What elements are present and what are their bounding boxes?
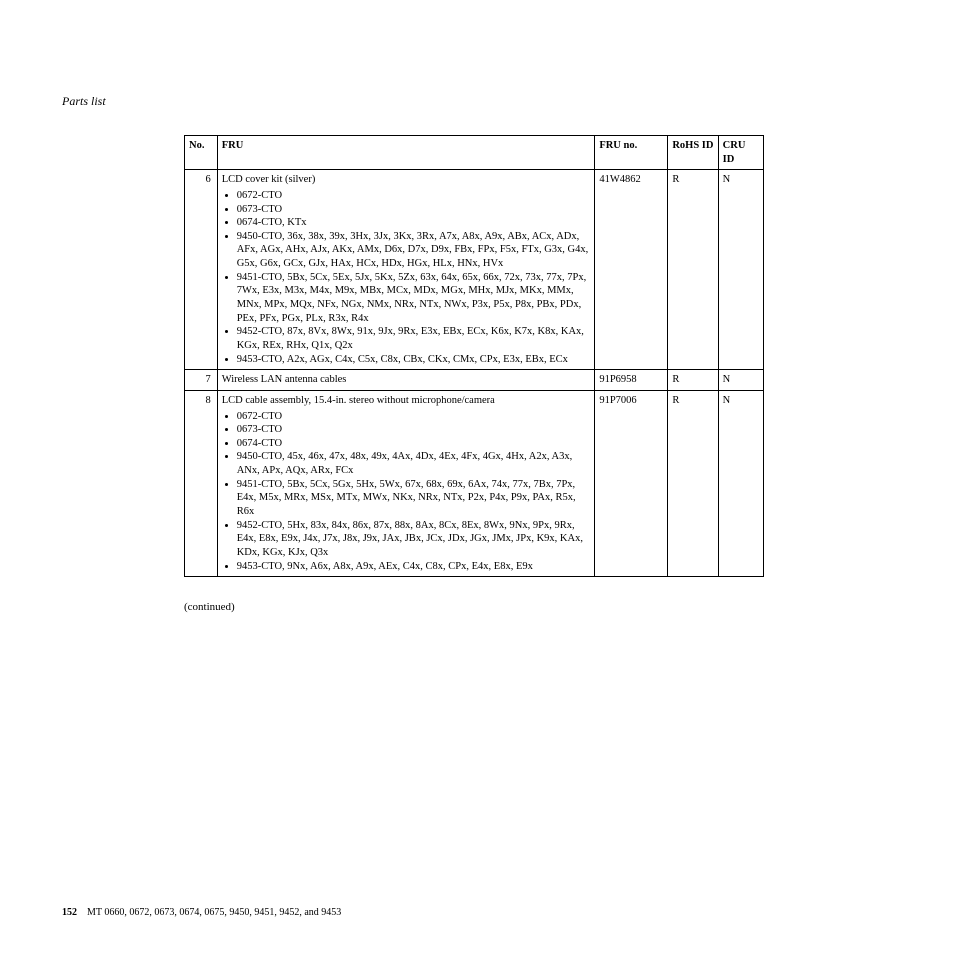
continued-label: (continued) <box>184 601 892 613</box>
cell-rohs: R <box>668 390 718 576</box>
cell-no: 7 <box>185 370 218 391</box>
col-fru: FRU <box>217 136 595 170</box>
cell-fru-no: 41W4862 <box>595 170 668 370</box>
cell-fru-no: 91P6958 <box>595 370 668 391</box>
list-item: 9450-CTO, 45x, 46x, 47x, 48x, 49x, 4Ax, … <box>237 450 591 477</box>
fru-title: LCD cover kit (silver) <box>222 173 591 187</box>
cell-fru: LCD cover kit (silver) 0672-CTO0673-CTO06… <box>217 170 595 370</box>
table-row: 6 LCD cover kit (silver) 0672-CTO0673-CTO0… <box>185 170 764 370</box>
list-item: 9451-CTO, 5Bx, 5Cx, 5Ex, 5Jx, 5Kx, 5Zx, … <box>237 271 591 326</box>
list-item: 0672-CTO <box>237 410 591 424</box>
cell-cru: N <box>718 370 763 391</box>
cell-cru: N <box>718 390 763 576</box>
page-number: 152 <box>62 907 77 918</box>
list-item: 9453-CTO, A2x, AGx, C4x, C5x, C8x, CBx, … <box>237 353 591 367</box>
fru-bullet-list: 0672-CTO0673-CTO0674-CTO9450-CTO, 45x, 4… <box>222 410 591 574</box>
col-cru: CRU ID <box>718 136 763 170</box>
cell-fru: Wireless LAN antenna cables <box>217 370 595 391</box>
table-row: 7 Wireless LAN antenna cables 91P6958RN <box>185 370 764 391</box>
table-row: 8 LCD cable assembly, 15.4-in. stereo wit… <box>185 390 764 576</box>
fru-title: Wireless LAN antenna cables <box>222 373 591 387</box>
page-footer: 152 MT 0660, 0672, 0673, 0674, 0675, 945… <box>62 907 341 918</box>
list-item: 9453-CTO, 9Nx, A6x, A8x, A9x, AEx, C4x, … <box>237 560 591 574</box>
cell-fru: LCD cable assembly, 15.4-in. stereo with… <box>217 390 595 576</box>
section-title: Parts list <box>62 94 892 109</box>
footer-text: MT 0660, 0672, 0673, 0674, 0675, 9450, 9… <box>87 907 341 918</box>
cell-rohs: R <box>668 370 718 391</box>
col-no: No. <box>185 136 218 170</box>
cell-no: 6 <box>185 170 218 370</box>
col-rohs: RoHS ID <box>668 136 718 170</box>
list-item: 0674-CTO <box>237 437 591 451</box>
list-item: 0673-CTO <box>237 423 591 437</box>
list-item: 0673-CTO <box>237 203 591 217</box>
list-item: 0672-CTO <box>237 189 591 203</box>
list-item: 9452-CTO, 5Hx, 83x, 84x, 86x, 87x, 88x, … <box>237 519 591 560</box>
list-item: 9452-CTO, 87x, 8Vx, 8Wx, 91x, 9Jx, 9Rx, … <box>237 325 591 352</box>
cell-fru-no: 91P7006 <box>595 390 668 576</box>
list-item: 0674-CTO, KTx <box>237 216 591 230</box>
parts-table: No. FRU FRU no. RoHS ID CRU ID 6LCD cove… <box>184 135 764 577</box>
list-item: 9451-CTO, 5Bx, 5Cx, 5Gx, 5Hx, 5Wx, 67x, … <box>237 478 591 519</box>
cell-no: 8 <box>185 390 218 576</box>
col-fru-no: FRU no. <box>595 136 668 170</box>
cell-rohs: R <box>668 170 718 370</box>
fru-title: LCD cable assembly, 15.4-in. stereo with… <box>222 394 591 408</box>
list-item: 9450-CTO, 36x, 38x, 39x, 3Hx, 3Jx, 3Kx, … <box>237 230 591 271</box>
cell-cru: N <box>718 170 763 370</box>
fru-bullet-list: 0672-CTO0673-CTO0674-CTO, KTx9450-CTO, 3… <box>222 189 591 366</box>
